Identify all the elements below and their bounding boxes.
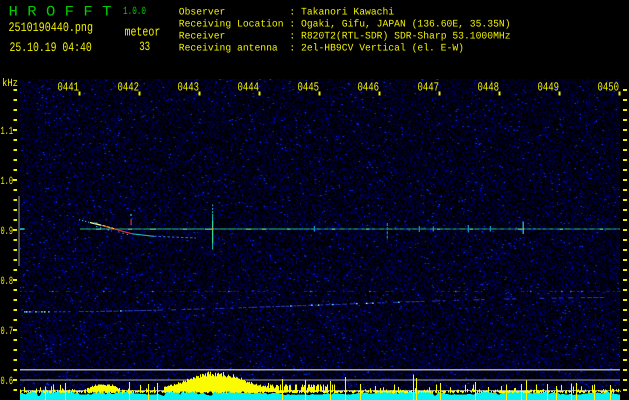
svg-text:0.8: 0.8 [1,276,14,288]
svg-text:0446: 0446 [358,80,380,94]
svg-text:Observer : Takanori: Observer : Takanori Kawachi [179,7,394,19]
svg-text:1.1: 1.1 [1,126,14,138]
svg-text:1.0.0: 1.0.0 [123,6,146,18]
svg-text:H R O F F T: H R O F F T [9,5,112,21]
svg-text:0449: 0449 [538,80,560,94]
svg-text:1.0: 1.0 [1,176,14,188]
svg-text:0445: 0445 [298,80,320,94]
svg-text:0441: 0441 [58,80,80,94]
svg-text:0442: 0442 [118,80,140,94]
svg-text:Receiving antenna : 2el-HB9CV: Receiving antenna : 2el-HB9CV Vertical (… [179,43,464,55]
svg-text:0447: 0447 [418,80,440,94]
svg-text:meteor: meteor [125,24,161,39]
svg-text:0444: 0444 [238,80,260,94]
svg-text:0.9: 0.9 [1,226,14,238]
svg-text:0450: 0450 [598,80,620,94]
svg-text:25.10.19 04:40: 25.10.19 04:40 [10,40,92,55]
svg-text:0.7: 0.7 [1,326,14,338]
svg-text:2510190440.png: 2510190440.png [9,20,94,35]
svg-text:Receiving Location : Ogaki, Gi: Receiving Location : Ogaki, Gifu, JAPAN … [179,19,511,31]
svg-text:33: 33 [139,40,150,54]
svg-text:0448: 0448 [478,80,500,94]
svg-text:Receiver : R820T2(RT: Receiver : R820T2(RTL-SDR) SDR-Sharp 53.… [179,31,511,43]
svg-text:0.6: 0.6 [1,376,14,388]
svg-text:0443: 0443 [178,80,200,94]
svg-text:kHz: kHz [2,78,18,90]
